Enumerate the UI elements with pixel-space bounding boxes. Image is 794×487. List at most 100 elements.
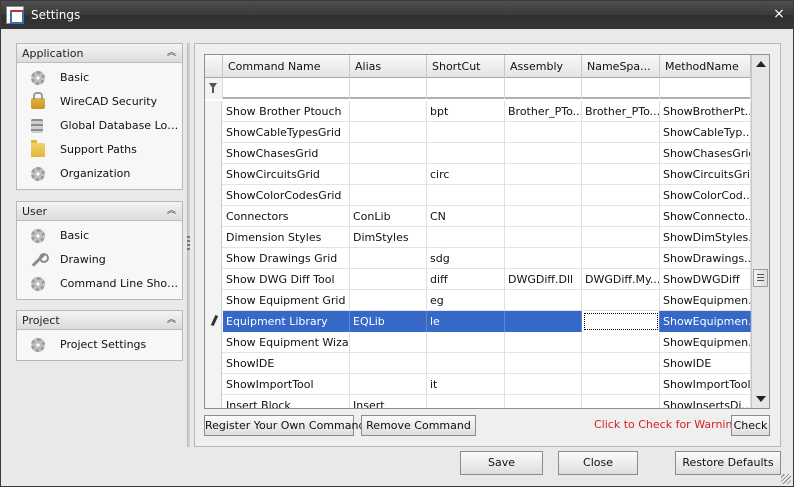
table-cell[interactable]: Equipment Library: [223, 311, 350, 332]
table-cell[interactable]: ShowBrotherPt...: [660, 101, 751, 122]
table-cell[interactable]: [582, 227, 660, 248]
table-cell[interactable]: [427, 143, 505, 164]
close-button[interactable]: Close: [558, 451, 638, 475]
row-selector[interactable]: [205, 164, 222, 185]
vertical-scrollbar[interactable]: [751, 55, 769, 408]
table-cell[interactable]: ShowCircuitsGrid: [223, 164, 350, 185]
table-cell[interactable]: [350, 374, 427, 395]
table-cell[interactable]: ShowConnecto...: [660, 206, 751, 227]
collapse-icon[interactable]: ︽: [167, 44, 176, 63]
row-selector[interactable]: [205, 290, 222, 311]
table-cell[interactable]: [350, 353, 427, 374]
table-cell[interactable]: DWGDiff.My...: [582, 269, 660, 290]
row-selector[interactable]: [205, 143, 222, 164]
table-cell[interactable]: DWGDiff.Dll: [505, 269, 582, 290]
table-cell[interactable]: ShowIDE: [223, 353, 350, 374]
table-cell[interactable]: Insert Block: [223, 395, 350, 408]
table-cell[interactable]: [427, 122, 505, 143]
column-header[interactable]: MethodName: [660, 55, 751, 78]
table-cell[interactable]: [427, 353, 505, 374]
table-cell[interactable]: bpt: [427, 101, 505, 122]
table-cell[interactable]: ShowChasesGrid: [223, 143, 350, 164]
collapse-icon[interactable]: ︽: [167, 311, 176, 330]
table-cell[interactable]: ConLib: [350, 206, 427, 227]
table-cell[interactable]: [505, 332, 582, 353]
table-cell[interactable]: [350, 185, 427, 206]
filter-cell[interactable]: [427, 78, 505, 99]
resize-grip[interactable]: [781, 474, 791, 484]
scroll-down-icon[interactable]: [756, 396, 766, 402]
table-row[interactable]: ShowCircuitsGrid circ ShowCircuitsGrid: [205, 164, 751, 185]
table-cell[interactable]: Show Brother Ptouch: [223, 101, 350, 122]
sidebar-group-header[interactable]: Project ︽: [17, 311, 182, 330]
table-cell[interactable]: circ: [427, 164, 505, 185]
filter-cell[interactable]: [660, 78, 751, 99]
sidebar-item[interactable]: Basic: [17, 224, 182, 248]
table-cell[interactable]: [582, 248, 660, 269]
table-cell[interactable]: [505, 374, 582, 395]
table-cell[interactable]: ShowColorCod...: [660, 185, 751, 206]
table-cell[interactable]: [505, 290, 582, 311]
table-cell[interactable]: Dimension Styles: [223, 227, 350, 248]
column-header[interactable]: ShortCut: [427, 55, 505, 78]
table-cell[interactable]: [350, 332, 427, 353]
table-row[interactable]: Show Equipment Grid eg ShowEquipmen...: [205, 290, 751, 311]
check-button[interactable]: Check: [731, 415, 770, 436]
row-selector[interactable]: [205, 374, 222, 395]
check-warnings-link[interactable]: Click to Check for Warnings: [594, 418, 745, 431]
filter-cell[interactable]: [223, 78, 350, 99]
table-row[interactable]: ShowIDE ShowIDE: [205, 353, 751, 374]
row-selector[interactable]: [205, 353, 222, 374]
filter-cell[interactable]: [582, 78, 660, 99]
scroll-thumb[interactable]: [753, 269, 768, 287]
row-selector[interactable]: [205, 185, 222, 206]
table-cell[interactable]: [582, 185, 660, 206]
table-cell[interactable]: ShowDimStyles...: [660, 227, 751, 248]
table-row[interactable]: ShowChasesGrid ShowChasesGrid: [205, 143, 751, 164]
table-cell[interactable]: [427, 227, 505, 248]
table-cell[interactable]: ShowInsertsDi...: [660, 395, 751, 408]
table-cell[interactable]: [427, 395, 505, 408]
table-cell[interactable]: [582, 311, 660, 332]
table-cell[interactable]: ShowDrawings...: [660, 248, 751, 269]
row-selector[interactable]: [205, 395, 222, 408]
table-row[interactable]: Connectors ConLib CN ShowConnecto...: [205, 206, 751, 227]
table-cell[interactable]: Show DWG Diff Tool: [223, 269, 350, 290]
table-cell[interactable]: [582, 164, 660, 185]
table-cell[interactable]: Show Equipment Grid: [223, 290, 350, 311]
table-cell[interactable]: [350, 248, 427, 269]
table-cell[interactable]: [427, 332, 505, 353]
table-cell[interactable]: DimStyles: [350, 227, 427, 248]
table-cell[interactable]: Insert: [350, 395, 427, 408]
save-button[interactable]: Save: [460, 451, 543, 475]
table-cell[interactable]: Brother_PTo...: [505, 101, 582, 122]
table-cell[interactable]: [350, 122, 427, 143]
table-row[interactable]: Dimension Styles DimStyles ShowDimStyles..…: [205, 227, 751, 248]
table-cell[interactable]: [505, 353, 582, 374]
table-cell[interactable]: [505, 143, 582, 164]
row-selector[interactable]: [205, 227, 222, 248]
table-cell[interactable]: ShowCableTypesGrid: [223, 122, 350, 143]
table-cell[interactable]: [350, 290, 427, 311]
table-cell[interactable]: Show Equipment Wizard: [223, 332, 350, 353]
sidebar-group-header[interactable]: User ︽: [17, 202, 182, 221]
sidebar-item[interactable]: WireCAD Security: [17, 90, 182, 114]
table-row[interactable]: Show Brother Ptouch bpt Brother_PTo... Brot…: [205, 101, 751, 122]
filter-cell[interactable]: [505, 78, 582, 99]
table-row[interactable]: ShowColorCodesGrid ShowColorCod...: [205, 185, 751, 206]
register-command-button[interactable]: Register Your Own Command: [204, 415, 365, 436]
close-window-button[interactable]: ×: [771, 6, 787, 22]
sidebar-item[interactable]: Basic: [17, 66, 182, 90]
sidebar-item[interactable]: Global Database Loc...: [17, 114, 182, 138]
table-cell[interactable]: ShowCableTyp...: [660, 122, 751, 143]
table-cell[interactable]: ShowEquipmen...: [660, 290, 751, 311]
table-cell[interactable]: [505, 206, 582, 227]
table-cell[interactable]: Brother_PTo...: [582, 101, 660, 122]
table-cell[interactable]: eg: [427, 290, 505, 311]
table-cell[interactable]: [582, 395, 660, 408]
table-cell[interactable]: ShowEquipmen...: [660, 332, 751, 353]
scroll-up-icon[interactable]: [756, 61, 766, 67]
table-cell[interactable]: ShowCircuitsGrid: [660, 164, 751, 185]
row-selector[interactable]: [205, 248, 222, 269]
table-cell[interactable]: ShowDWGDiff: [660, 269, 751, 290]
